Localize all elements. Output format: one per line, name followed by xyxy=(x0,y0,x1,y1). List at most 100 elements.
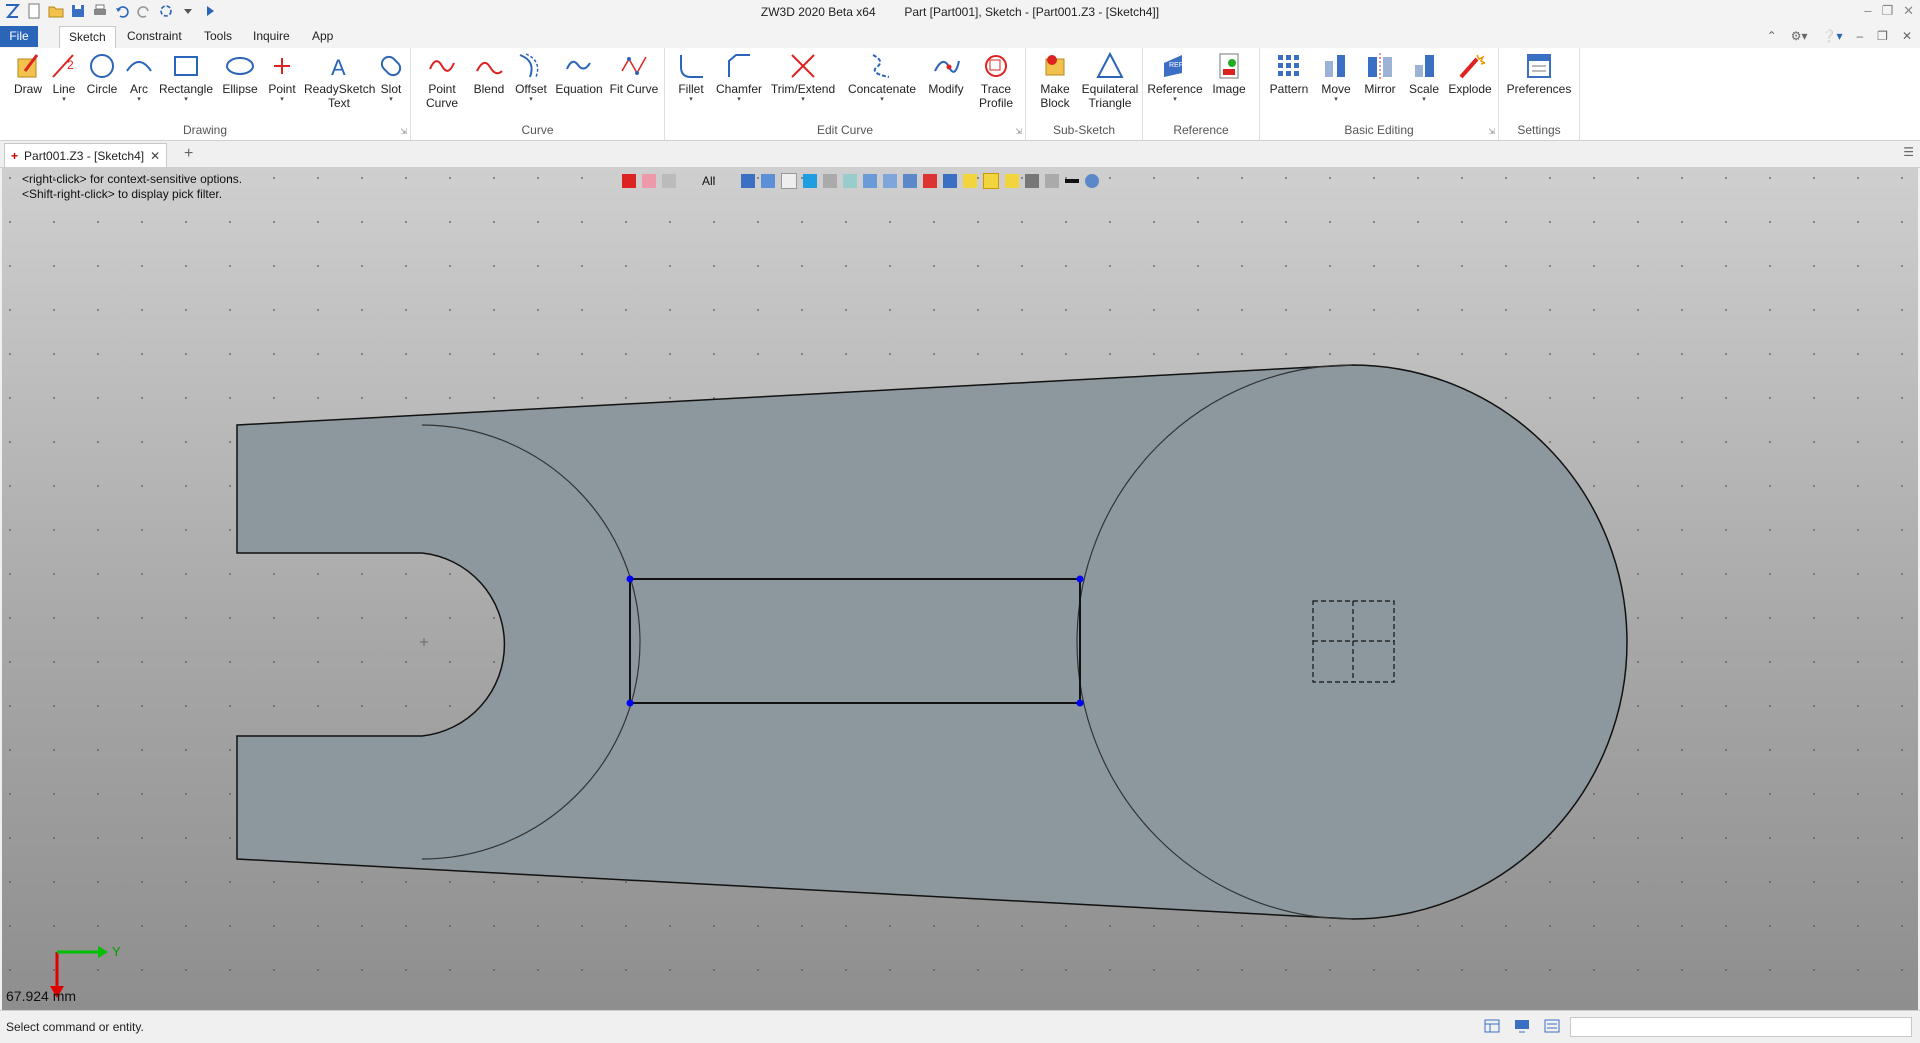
line-weight-icon[interactable] xyxy=(1065,179,1080,183)
arc-button[interactable]: Arc ▾ xyxy=(124,51,154,104)
snap-icon[interactable] xyxy=(943,174,958,188)
vertex-point[interactable] xyxy=(1076,575,1084,583)
command-input[interactable] xyxy=(1570,1017,1912,1037)
dimension-icon[interactable] xyxy=(1005,174,1020,188)
group-sub-sketch: Make Block Equilateral Triangle Sub-Sket… xyxy=(1026,48,1143,140)
document-tab[interactable]: + Part001.Z3 - [Sketch4] ✕ xyxy=(4,143,168,167)
tab-tools[interactable]: Tools xyxy=(195,26,241,47)
basic-editing-launcher-icon[interactable]: ⇲ xyxy=(1488,127,1495,136)
reference-button[interactable]: REF Reference ▾ xyxy=(1147,51,1203,104)
draw-button[interactable]: Draw xyxy=(10,51,46,96)
modify-button[interactable]: Modify xyxy=(923,51,969,96)
circle-button[interactable]: Circle xyxy=(84,51,120,96)
offset-button[interactable]: Offset ▾ xyxy=(511,51,551,104)
fillet-button[interactable]: Fillet ▾ xyxy=(671,51,711,104)
blend-button[interactable]: Blend xyxy=(469,51,509,96)
viewport-hints: <right-click> for context-sensitive opti… xyxy=(22,172,242,202)
view-icon[interactable] xyxy=(741,174,756,188)
help-icon[interactable]: ❔▾ xyxy=(1822,29,1843,43)
group-label-basic-editing: Basic Editing xyxy=(1344,123,1414,137)
svg-text:A: A xyxy=(331,55,346,80)
settings-gear-icon[interactable]: ⚙▾ xyxy=(1791,29,1808,43)
monitor-icon[interactable] xyxy=(1514,1019,1530,1036)
pattern-button[interactable]: Pattern xyxy=(1264,51,1314,96)
filter-icon[interactable] xyxy=(662,174,676,188)
group-basic-editing: Pattern Move ▾ Mirror Scale ▾ Explode Basi… xyxy=(1260,48,1499,140)
tab-menu-icon[interactable]: ☰ xyxy=(1903,145,1914,159)
iso-view-icon[interactable] xyxy=(781,173,798,189)
tab-inquire[interactable]: Inquire xyxy=(244,26,299,47)
close-tab-icon[interactable]: ✕ xyxy=(150,149,160,163)
move-button[interactable]: Move ▾ xyxy=(1316,51,1356,104)
scale-button[interactable]: Scale ▾ xyxy=(1404,51,1444,104)
equation-button[interactable]: Equation xyxy=(553,51,605,96)
title-bar: ZW3D 2020 Beta x64 Part [Part001], Sketc… xyxy=(0,0,1920,26)
doc-restore-icon[interactable]: ❐ xyxy=(1877,29,1888,43)
explode-button[interactable]: Explode xyxy=(1446,51,1494,96)
settings-view-icon[interactable] xyxy=(1045,174,1060,188)
sketch-viewport[interactable]: <right-click> for context-sensitive opti… xyxy=(2,168,1918,1010)
vertex-point[interactable] xyxy=(626,575,634,583)
constraint-display-icon[interactable] xyxy=(963,174,978,188)
preferences-button[interactable]: Preferences xyxy=(1501,51,1577,96)
rectangle-button[interactable]: Rectangle ▾ xyxy=(158,51,214,104)
make-block-button[interactable]: Make Block xyxy=(1032,51,1078,110)
point-icon xyxy=(274,58,290,74)
explode-icon xyxy=(1459,54,1485,79)
fit-curve-icon xyxy=(621,56,647,75)
chamfer-button[interactable]: Chamfer ▾ xyxy=(713,51,765,104)
target-icon[interactable] xyxy=(983,173,1000,189)
equilateral-triangle-button[interactable]: Equilateral Triangle xyxy=(1080,51,1140,110)
doc-close-icon[interactable]: ✕ xyxy=(1902,29,1912,43)
vertex-point[interactable] xyxy=(626,699,634,707)
view-gear-icon[interactable] xyxy=(1085,174,1100,188)
minimize-icon[interactable]: – xyxy=(1864,3,1871,19)
trace-profile-button[interactable]: Trace Profile xyxy=(971,51,1021,110)
readysketch-text-button[interactable]: A ReadySketch Text xyxy=(304,51,375,110)
ellipse-icon xyxy=(226,57,254,75)
document-tab-bar: + Part001.Z3 - [Sketch4] ✕ + ☰ xyxy=(0,141,1920,168)
point-curve-button[interactable]: Point Curve xyxy=(419,51,465,110)
edit-curve-launcher-icon[interactable]: ⇲ xyxy=(1015,127,1022,136)
mirror-button[interactable]: Mirror xyxy=(1358,51,1402,96)
tab-app[interactable]: App xyxy=(303,26,342,47)
grid-icon[interactable] xyxy=(823,174,838,188)
status-bar: Select command or entity. xyxy=(0,1010,1920,1043)
pick-icon[interactable] xyxy=(642,174,656,188)
trim-extend-button[interactable]: Trim/Extend ▾ xyxy=(767,51,839,104)
doc-minimize-icon[interactable]: – xyxy=(1856,29,1863,43)
shade-icon[interactable] xyxy=(843,174,858,188)
list-icon[interactable] xyxy=(1544,1019,1560,1036)
menu-file[interactable]: File xyxy=(0,26,38,47)
add-tab-icon[interactable]: + xyxy=(184,145,193,163)
display-mode-icon[interactable] xyxy=(803,174,818,188)
section-icon[interactable] xyxy=(863,174,878,188)
tab-constraint[interactable]: Constraint xyxy=(118,26,191,47)
plane-icon[interactable] xyxy=(883,174,898,188)
pick-filter-all[interactable]: All xyxy=(702,174,715,188)
slot-button[interactable]: Slot ▾ xyxy=(376,51,406,104)
hint-right-click: <right-click> for context-sensitive opti… xyxy=(22,172,243,186)
point-button[interactable]: Point ▾ xyxy=(264,51,300,104)
ellipse-button[interactable]: Ellipse xyxy=(220,51,260,96)
cube-view-icon[interactable] xyxy=(761,174,776,188)
line-button[interactable]: 2 Line ▾ xyxy=(48,51,80,104)
exit-icon[interactable] xyxy=(622,174,636,188)
close-icon[interactable]: ✕ xyxy=(1903,3,1914,19)
fit-curve-button[interactable]: Fit Curve xyxy=(607,51,661,96)
restore-icon[interactable]: ❐ xyxy=(1881,3,1893,19)
color-icon[interactable] xyxy=(923,174,938,188)
preferences-icon xyxy=(1527,54,1551,78)
light-icon[interactable] xyxy=(903,174,918,188)
mirror-icon xyxy=(1368,53,1392,79)
rectangle-icon xyxy=(174,56,198,76)
layer-icon[interactable] xyxy=(1025,174,1040,188)
concatenate-button[interactable]: Concatenate ▾ xyxy=(843,51,921,104)
layout-icon[interactable] xyxy=(1484,1019,1500,1036)
drawing-launcher-icon[interactable]: ⇲ xyxy=(400,127,407,136)
image-button[interactable]: Image xyxy=(1207,51,1251,96)
collapse-ribbon-icon[interactable]: ⌃ xyxy=(1767,29,1777,43)
tab-sketch[interactable]: Sketch xyxy=(59,26,116,49)
sketch-canvas[interactable] xyxy=(2,168,1918,1010)
vertex-point[interactable] xyxy=(1076,699,1084,707)
